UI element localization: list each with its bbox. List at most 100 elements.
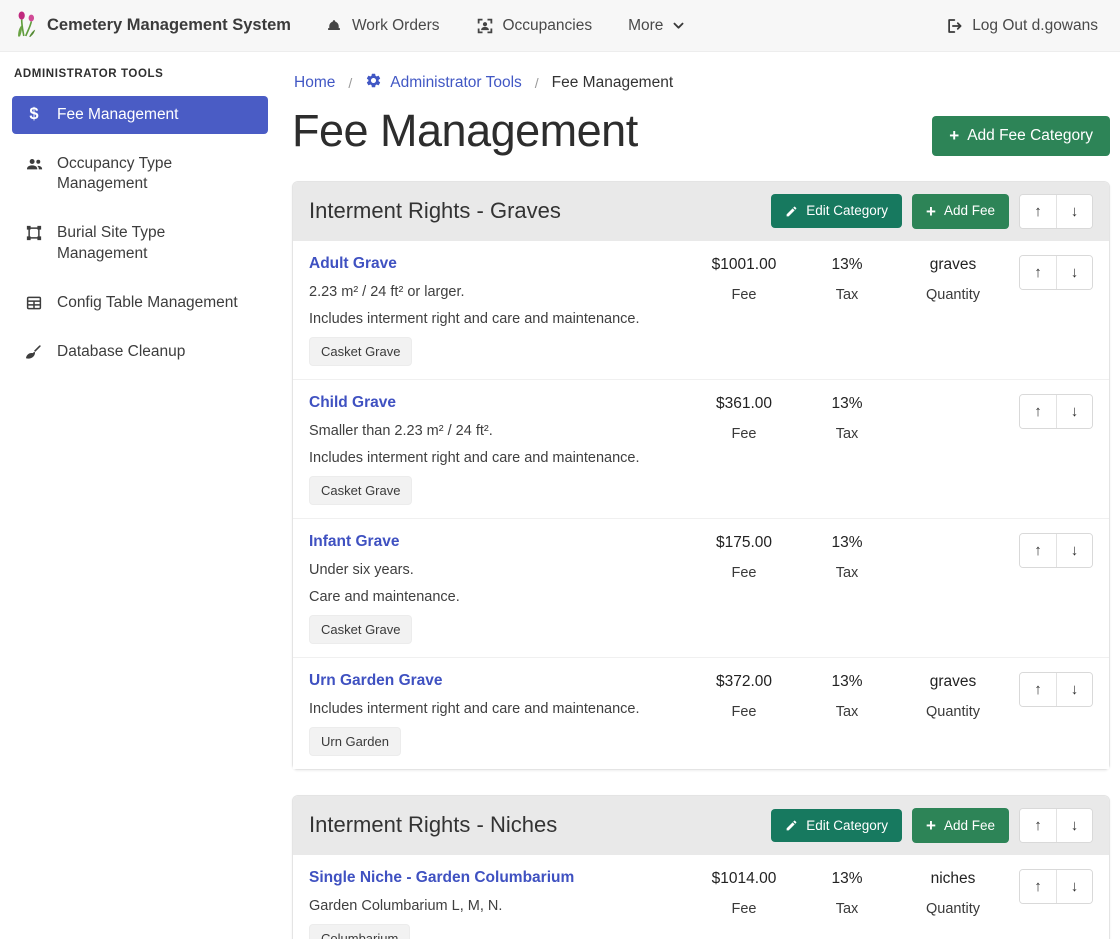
chevron-down-icon <box>672 19 685 32</box>
fee-reorder-group: ↑ ↓ <box>1019 255 1093 290</box>
edit-category-button[interactable]: Edit Category <box>771 809 902 843</box>
fee-tax-label: Tax <box>797 287 897 303</box>
fee-name-link[interactable]: Urn Garden Grave <box>309 672 443 690</box>
move-category-down-button[interactable]: ↓ <box>1056 195 1092 228</box>
sidebar-item-label: Config Table Management <box>57 293 238 313</box>
move-category-up-button[interactable]: ↑ <box>1020 195 1056 228</box>
fee-name-link[interactable]: Child Grave <box>309 394 396 412</box>
add-fee-button[interactable]: + Add Fee <box>912 194 1009 229</box>
category-actions: Edit Category + Add Fee ↑ ↓ <box>771 194 1093 229</box>
sidebar-item-fee-management[interactable]: $ Fee Management <box>12 96 268 134</box>
fee-description: Care and maintenance. <box>309 589 460 605</box>
fee-reorder-area: ↑ ↓ <box>1009 394 1093 505</box>
move-fee-up-button[interactable]: ↑ <box>1020 534 1056 567</box>
fee-row: Child Grave Smaller than 2.23 m² / 24 ft… <box>293 379 1109 518</box>
breadcrumb-admin-tools-link[interactable]: Administrator Tools <box>365 72 522 94</box>
sidebar-item-label: Database Cleanup <box>57 342 185 362</box>
fee-descriptions: Smaller than 2.23 m² / 24 ft².Includes i… <box>309 412 639 466</box>
move-fee-up-button[interactable]: ↑ <box>1020 673 1056 706</box>
fee-category-title: Interment Rights - Graves <box>309 198 561 224</box>
fee-amount-label: Fee <box>691 901 797 917</box>
move-fee-up-button[interactable]: ↑ <box>1020 395 1056 428</box>
fee-quantity-column: graves Quantity <box>897 672 1009 756</box>
sidebar-item-burial-site-type-management[interactable]: Burial Site Type Management <box>12 214 268 272</box>
nav-occupancies[interactable]: Occupancies <box>476 17 593 35</box>
users-icon <box>24 155 44 174</box>
plot-frame-icon <box>24 224 44 242</box>
fee-amount-label: Fee <box>691 565 797 581</box>
fee-amount-label: Fee <box>691 426 797 442</box>
move-fee-up-button[interactable]: ↑ <box>1020 256 1056 289</box>
page-title: Fee Management <box>292 106 638 156</box>
fee-tax-column: 13% Tax <box>797 672 897 756</box>
arrow-up-icon: ↑ <box>1034 203 1042 220</box>
nav-more[interactable]: More <box>628 17 685 35</box>
fee-amount-value: $361.00 <box>691 395 797 413</box>
fee-descriptions: 2.23 m² / 24 ft² or larger.Includes inte… <box>309 273 639 327</box>
arrow-down-icon: ↓ <box>1071 817 1079 834</box>
nav-work-orders[interactable]: Work Orders <box>325 17 440 35</box>
fee-description: Includes interment right and care and ma… <box>309 450 639 466</box>
fee-description: Garden Columbarium L, M, N. <box>309 898 502 914</box>
main-content: Home / Administrator Tools / Fee Managem… <box>280 52 1120 939</box>
broom-icon <box>24 343 44 361</box>
fee-reorder-group: ↑ ↓ <box>1019 672 1093 707</box>
gear-icon <box>365 72 382 94</box>
fee-tax-label: Tax <box>797 704 897 720</box>
plus-icon: + <box>926 818 936 833</box>
fee-category-header: Interment Rights - Niches Edit Category … <box>293 796 1109 855</box>
fee-tax-label: Tax <box>797 565 897 581</box>
fee-row: Single Niche - Garden Columbarium Garden… <box>293 855 1109 939</box>
move-fee-down-button[interactable]: ↓ <box>1056 395 1092 428</box>
fee-quantity-value: niches <box>897 870 1009 888</box>
add-fee-button[interactable]: + Add Fee <box>912 808 1009 843</box>
fee-description: Includes interment right and care and ma… <box>309 701 639 717</box>
sidebar-item-config-table-management[interactable]: Config Table Management <box>12 284 268 322</box>
fee-tax-value: 13% <box>797 395 897 413</box>
edit-category-button[interactable]: Edit Category <box>771 194 902 228</box>
arrow-down-icon: ↓ <box>1071 264 1079 281</box>
move-category-up-button[interactable]: ↑ <box>1020 809 1056 842</box>
pencil-icon <box>785 205 798 218</box>
arrow-up-icon: ↑ <box>1034 878 1042 895</box>
fee-name-link[interactable]: Infant Grave <box>309 533 399 551</box>
fee-reorder-group: ↑ ↓ <box>1019 394 1093 429</box>
move-fee-up-button[interactable]: ↑ <box>1020 870 1056 903</box>
logout-link[interactable]: Log Out d.gowans <box>945 17 1098 35</box>
fee-quantity-value: graves <box>897 673 1009 691</box>
table-icon <box>24 294 44 312</box>
fee-tax-column: 13% Tax <box>797 394 897 505</box>
fee-name-link[interactable]: Single Niche - Garden Columbarium <box>309 869 574 887</box>
arrow-up-icon: ↑ <box>1034 681 1042 698</box>
fee-quantity-value: graves <box>897 256 1009 274</box>
fee-amount-label: Fee <box>691 287 797 303</box>
move-fee-down-button[interactable]: ↓ <box>1056 870 1092 903</box>
arrow-up-icon: ↑ <box>1034 264 1042 281</box>
breadcrumb-home-link[interactable]: Home <box>294 74 335 92</box>
fee-quantity-label: Quantity <box>897 287 1009 303</box>
fee-type-badge: Casket Grave <box>309 337 412 366</box>
add-fee-category-button[interactable]: + Add Fee Category <box>932 116 1110 156</box>
app-title: Cemetery Management System <box>47 16 291 35</box>
move-fee-down-button[interactable]: ↓ <box>1056 256 1092 289</box>
arrow-down-icon: ↓ <box>1071 878 1079 895</box>
sidebar-item-database-cleanup[interactable]: Database Cleanup <box>12 333 268 371</box>
fee-row: Urn Garden Grave Includes interment righ… <box>293 657 1109 769</box>
move-fee-down-button[interactable]: ↓ <box>1056 534 1092 567</box>
dollar-icon: $ <box>24 106 44 123</box>
fee-name-link[interactable]: Adult Grave <box>309 255 397 273</box>
app-brand-link[interactable]: Cemetery Management System <box>14 9 291 43</box>
move-fee-down-button[interactable]: ↓ <box>1056 673 1092 706</box>
fee-category-card-interment-rights-graves: Interment Rights - Graves Edit Category … <box>292 181 1110 770</box>
move-category-down-button[interactable]: ↓ <box>1056 809 1092 842</box>
sidebar-item-occupancy-type-management[interactable]: Occupancy Type Management <box>12 145 268 203</box>
fee-type-badge: Casket Grave <box>309 476 412 505</box>
fee-reorder-group: ↑ ↓ <box>1019 869 1093 904</box>
breadcrumb-separator: / <box>348 75 352 91</box>
fee-category-title: Interment Rights - Niches <box>309 812 557 838</box>
fee-quantity-column: graves Quantity <box>897 255 1009 366</box>
category-reorder-group: ↑ ↓ <box>1019 808 1093 843</box>
breadcrumb-current: Fee Management <box>552 74 674 92</box>
fee-descriptions: Includes interment right and care and ma… <box>309 690 639 717</box>
plus-icon: + <box>926 204 936 219</box>
